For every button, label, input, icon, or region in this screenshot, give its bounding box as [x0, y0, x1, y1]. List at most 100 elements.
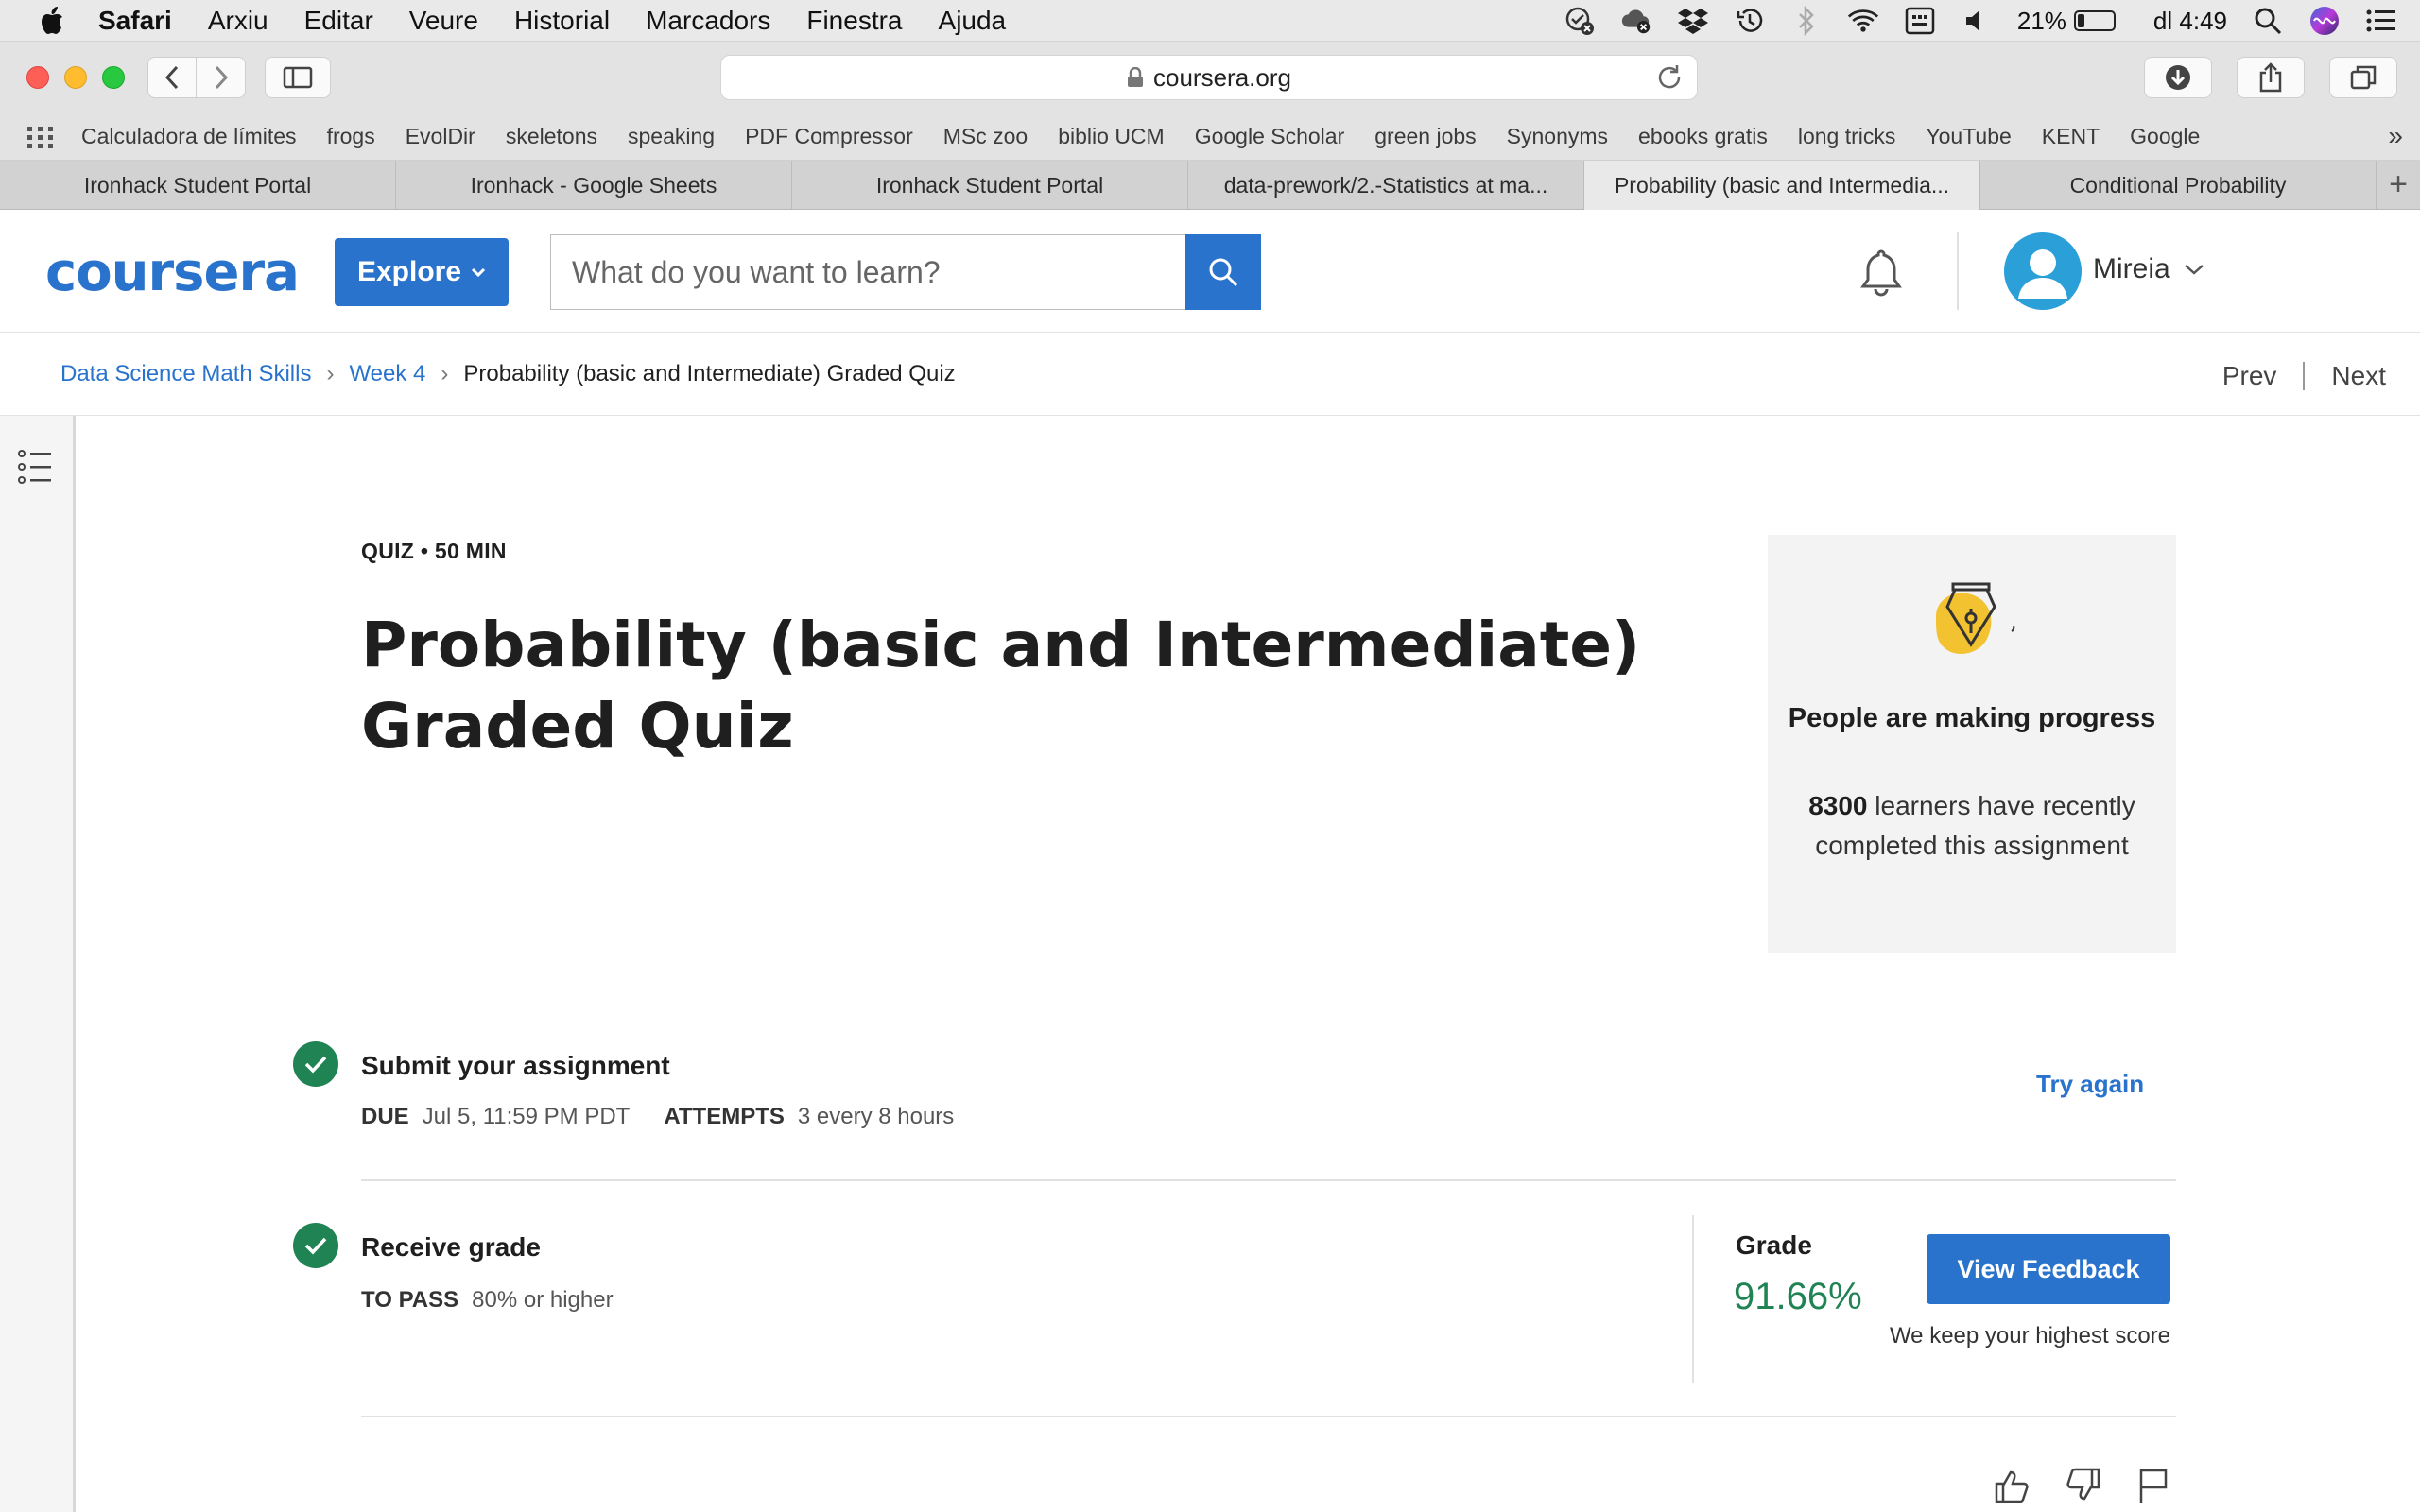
bookmark-item[interactable]: Google	[2130, 124, 2200, 149]
minimize-window-button[interactable]	[64, 66, 87, 89]
flag-icon[interactable]	[2136, 1467, 2170, 1504]
macos-menu-bar: Safari Arxiu Editar Veure Historial Marc…	[0, 0, 2420, 42]
bookmark-item[interactable]: biblio UCM	[1058, 124, 1164, 149]
keyboard-icon[interactable]	[1904, 5, 1936, 37]
safari-toolbar: coursera.org	[0, 42, 2420, 113]
tab-overview-button[interactable]	[2329, 57, 2397, 98]
thumbs-up-icon[interactable]	[1993, 1467, 2031, 1504]
browser-tab[interactable]: Ironhack Student Portal	[0, 161, 396, 210]
bookmark-item[interactable]: ebooks gratis	[1638, 124, 1768, 149]
pass-requirement: TO PASS 80% or higher	[361, 1287, 648, 1314]
bookmark-item[interactable]: PDF Compressor	[745, 124, 913, 149]
menu-finestra[interactable]: Finestra	[806, 6, 902, 36]
browser-tab[interactable]: data-prework/2.-Statistics at ma...	[1188, 161, 1584, 210]
bookmark-item[interactable]: long tricks	[1798, 124, 1896, 149]
more-bookmarks-icon[interactable]: »	[2388, 121, 2403, 151]
spotlight-icon[interactable]	[2252, 5, 2284, 37]
volume-icon[interactable]	[1961, 5, 1993, 37]
bookmarks-grid-icon[interactable]	[26, 126, 55, 148]
dropbox-icon[interactable]	[1677, 5, 1709, 37]
window-controls	[26, 66, 125, 89]
bookmark-item[interactable]: YouTube	[1926, 124, 2011, 149]
breadcrumb-week-link[interactable]: Week 4	[349, 361, 425, 387]
search-input[interactable]: What do you want to learn?	[550, 234, 1185, 310]
bookmark-item[interactable]: Calculadora de límites	[81, 124, 297, 149]
menu-bar-clock[interactable]: dl 4:49	[2153, 7, 2227, 36]
siri-icon[interactable]	[2308, 5, 2341, 37]
browser-tab[interactable]: Ironhack - Google Sheets	[396, 161, 792, 210]
due-value: Jul 5, 11:59 PM PDT	[422, 1104, 631, 1129]
downloads-button[interactable]	[2144, 57, 2212, 98]
breadcrumb: Data Science Math Skills › Week 4 › Prob…	[0, 333, 2420, 416]
to-pass-value: 80% or higher	[472, 1287, 614, 1313]
quiz-meta: QUIZ • 50 MIN	[361, 539, 507, 563]
new-tab-button[interactable]: +	[2377, 161, 2420, 209]
wifi-icon[interactable]	[1847, 5, 1879, 37]
cloud-icon[interactable]	[1620, 5, 1652, 37]
share-button[interactable]	[2237, 57, 2305, 98]
bookmark-item[interactable]: MSc zoo	[943, 124, 1028, 149]
view-feedback-button[interactable]: View Feedback	[1927, 1234, 2170, 1304]
browser-tab-active[interactable]: Probability (basic and Intermedia...	[1584, 161, 1980, 210]
battery-indicator[interactable]: 21%	[2017, 7, 2116, 36]
browser-tab[interactable]: Conditional Probability	[1980, 161, 2377, 210]
prev-next-nav: Prev Next	[2222, 361, 2386, 391]
breadcrumb-list: Data Science Math Skills › Week 4 › Prob…	[60, 361, 956, 387]
time-machine-icon[interactable]	[1734, 5, 1766, 37]
sidebar-icon	[283, 66, 313, 89]
section-divider	[361, 1416, 2176, 1418]
browser-tab[interactable]: Ironhack Student Portal	[792, 161, 1188, 210]
bookmark-item[interactable]: skeletons	[506, 124, 597, 149]
bookmark-item[interactable]: EvolDir	[406, 124, 475, 149]
show-sidebar-button[interactable]	[265, 57, 331, 98]
user-name: Mireia	[2093, 253, 2170, 284]
back-button[interactable]	[147, 57, 197, 98]
notification-center-icon[interactable]	[2365, 5, 2397, 37]
checkmark-sync-icon[interactable]	[1564, 5, 1596, 37]
thumbs-down-icon[interactable]	[2065, 1467, 2102, 1504]
battery-level-fill	[2077, 14, 2085, 27]
bookmark-item[interactable]: KENT	[2042, 124, 2100, 149]
close-window-button[interactable]	[26, 66, 49, 89]
search-button[interactable]	[1185, 234, 1261, 310]
reload-icon[interactable]	[1655, 63, 1684, 92]
menu-bar-status-area: 21% dl 4:49	[1564, 0, 2397, 42]
battery-icon	[2073, 10, 2116, 31]
user-avatar[interactable]	[2004, 232, 2082, 310]
bookmark-item[interactable]: green jobs	[1374, 124, 1476, 149]
to-pass-label: TO PASS	[361, 1287, 459, 1313]
try-again-button[interactable]: Try again	[2036, 1070, 2144, 1099]
breadcrumb-course-link[interactable]: Data Science Math Skills	[60, 361, 311, 387]
coursera-logo[interactable]: coursera	[45, 242, 300, 303]
user-avatar-icon	[2018, 249, 2067, 299]
user-menu[interactable]: Mireia	[2093, 253, 2204, 285]
notifications-bell-icon[interactable]	[1858, 248, 1904, 301]
address-bar[interactable]: coursera.org	[720, 55, 1698, 100]
menu-historial[interactable]: Historial	[514, 6, 610, 36]
menu-veure[interactable]: Veure	[409, 6, 478, 36]
navigation-buttons	[147, 57, 246, 98]
menu-app-safari[interactable]: Safari	[98, 6, 172, 36]
share-icon	[2259, 62, 2282, 93]
zoom-window-button[interactable]	[102, 66, 125, 89]
chevron-down-icon	[2184, 265, 2204, 275]
explore-button[interactable]: Explore	[335, 238, 509, 306]
next-link[interactable]: Next	[2331, 361, 2386, 391]
menu-ajuda[interactable]: Ajuda	[939, 6, 1007, 36]
apple-menu-icon[interactable]	[38, 5, 66, 37]
bluetooth-icon[interactable]	[1790, 5, 1823, 37]
course-outline-list-icon[interactable]	[17, 448, 53, 486]
menu-editar[interactable]: Editar	[304, 6, 373, 36]
bookmark-item[interactable]: frogs	[327, 124, 375, 149]
chevron-right-icon: ›	[441, 361, 449, 387]
bookmark-item[interactable]: Synonyms	[1507, 124, 1608, 149]
forward-button[interactable]	[197, 57, 246, 98]
prev-next-divider	[2303, 362, 2306, 390]
chevron-right-icon: ›	[326, 361, 335, 387]
menu-marcadors[interactable]: Marcadors	[646, 6, 770, 36]
prev-link[interactable]: Prev	[2222, 361, 2277, 391]
due-label: DUE	[361, 1104, 409, 1129]
bookmark-item[interactable]: Google Scholar	[1195, 124, 1345, 149]
menu-arxiu[interactable]: Arxiu	[208, 6, 268, 36]
bookmark-item[interactable]: speaking	[628, 124, 715, 149]
